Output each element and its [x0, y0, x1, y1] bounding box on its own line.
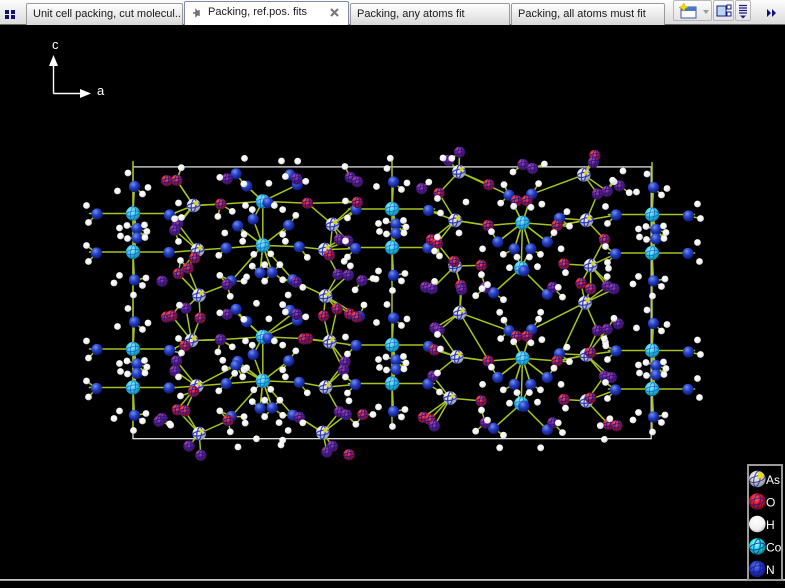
svg-text:As: As	[766, 473, 780, 487]
svg-text:N: N	[766, 563, 775, 577]
svg-text:c: c	[52, 37, 59, 52]
svg-text:H: H	[766, 518, 775, 532]
svg-text:Co: Co	[766, 541, 782, 555]
svg-text:a: a	[97, 83, 105, 98]
svg-text:O: O	[766, 496, 775, 510]
